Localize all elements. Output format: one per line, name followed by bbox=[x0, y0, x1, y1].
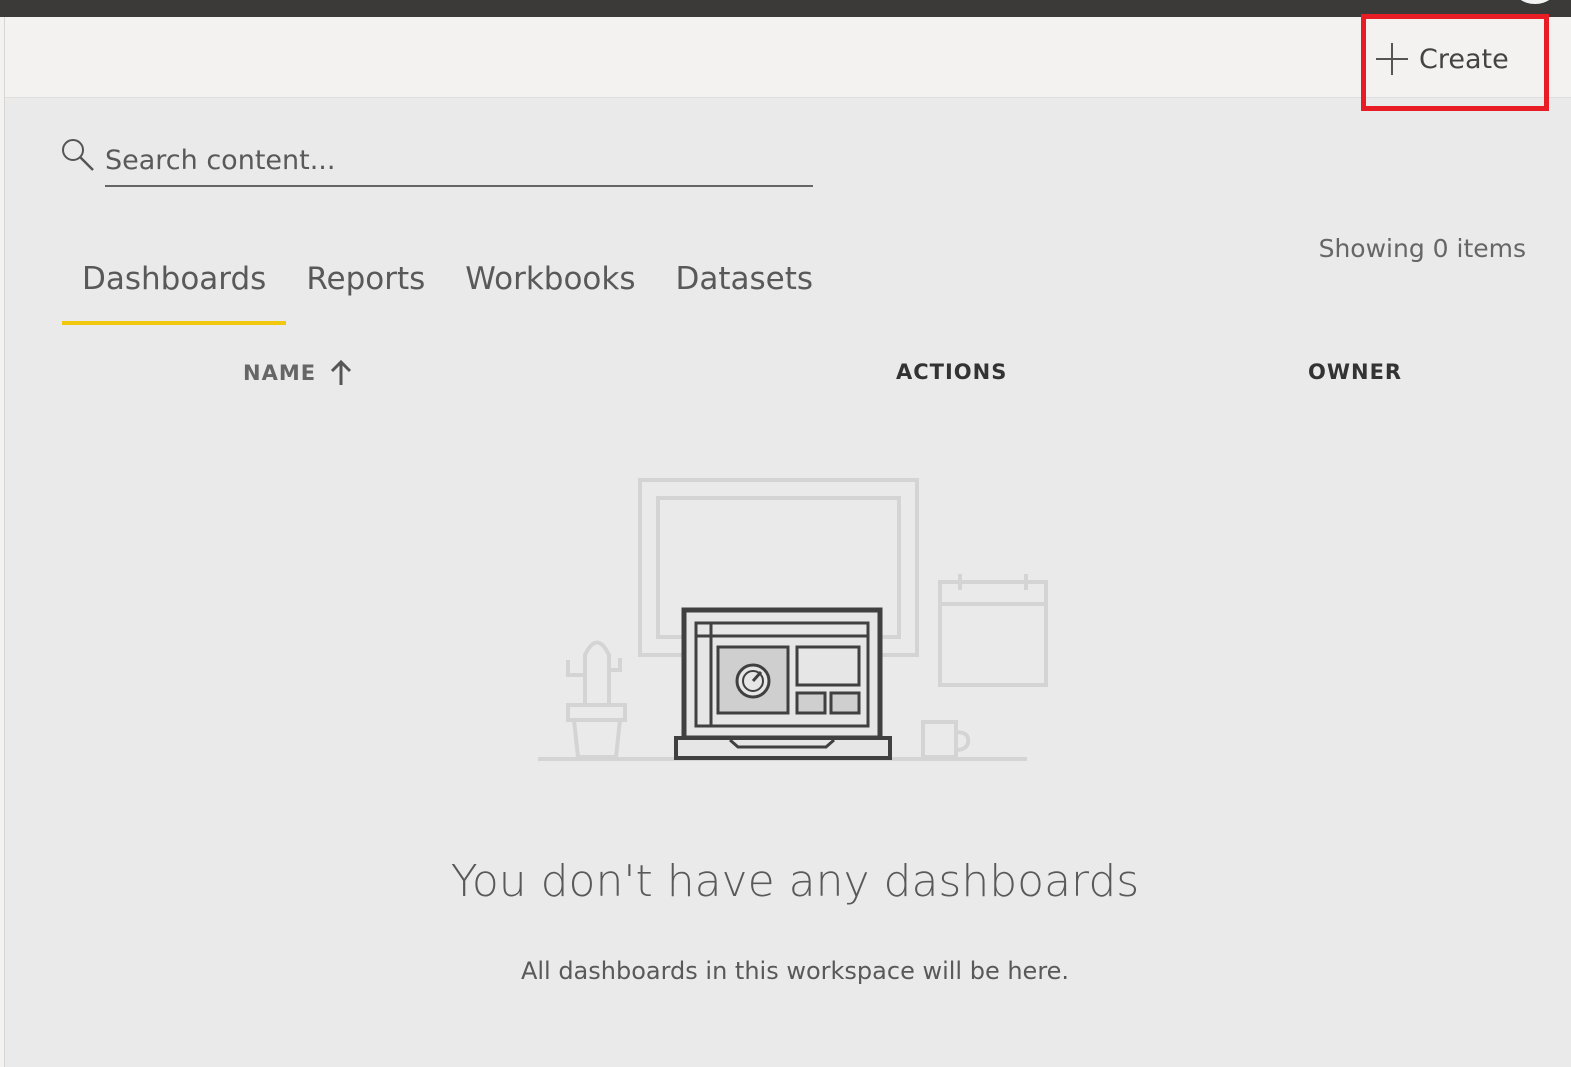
avatar[interactable] bbox=[1513, 0, 1557, 4]
column-header-name[interactable]: NAME bbox=[243, 360, 352, 386]
create-button-label: Create bbox=[1419, 43, 1509, 75]
sort-ascending-icon bbox=[331, 360, 352, 385]
search-icon bbox=[62, 139, 94, 171]
toolbar: Create bbox=[5, 17, 1571, 98]
tab-dashboards[interactable]: Dashboards bbox=[62, 255, 287, 325]
empty-state-subtitle: All dashboards in this workspace will be… bbox=[520, 957, 1070, 985]
tab-datasets[interactable]: Datasets bbox=[655, 255, 833, 319]
plus-icon bbox=[1376, 43, 1408, 75]
tab-workbooks[interactable]: Workbooks bbox=[445, 255, 655, 319]
column-header-actions: ACTIONS bbox=[896, 360, 1008, 384]
top-bar bbox=[0, 0, 1571, 17]
content-tabs: Dashboards Reports Workbooks Datasets bbox=[62, 255, 833, 325]
search-box bbox=[60, 135, 816, 190]
tab-reports[interactable]: Reports bbox=[286, 255, 445, 319]
create-button[interactable]: Create bbox=[1375, 38, 1535, 80]
empty-dashboard-illustration bbox=[538, 478, 1048, 761]
item-count: Showing 0 items bbox=[1318, 234, 1526, 263]
left-nav-edge bbox=[0, 17, 5, 1067]
search-input[interactable] bbox=[105, 135, 813, 187]
column-header-owner[interactable]: OWNER bbox=[1308, 360, 1402, 384]
empty-state-title: You don't have any dashboards bbox=[450, 856, 1140, 907]
column-header-name-label: NAME bbox=[243, 361, 317, 385]
